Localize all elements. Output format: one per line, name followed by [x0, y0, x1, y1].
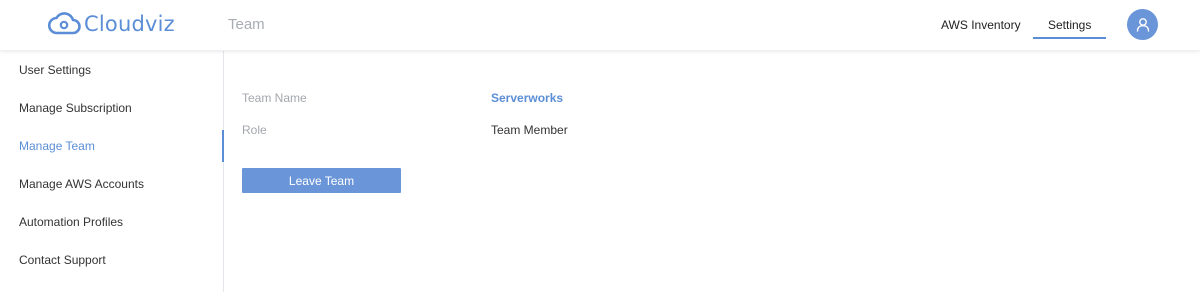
team-name-value[interactable]: Serverworks — [491, 91, 563, 105]
sidebar-item-manage-subscription[interactable]: Manage Subscription — [0, 92, 223, 124]
sidebar-item-automation-profiles[interactable]: Automation Profiles — [0, 206, 223, 238]
role-label: Role — [242, 123, 267, 137]
nav-settings[interactable]: Settings — [1048, 18, 1091, 32]
user-avatar-button[interactable] — [1127, 9, 1158, 40]
cloud-icon — [48, 12, 81, 35]
logo-text: Cloudviz — [84, 12, 175, 36]
nav-aws-inventory[interactable]: AWS Inventory — [941, 18, 1021, 32]
settings-sidebar: User Settings Manage Subscription Manage… — [0, 51, 224, 292]
cloudviz-logo[interactable]: Cloudviz — [48, 7, 175, 41]
sidebar-item-user-settings[interactable]: User Settings — [0, 54, 223, 86]
team-details-panel: Team Name Serverworks Role Team Member L… — [224, 51, 1200, 292]
user-icon — [1136, 18, 1149, 32]
sidebar-item-contact-support[interactable]: Contact Support — [0, 244, 223, 276]
sidebar-item-manage-aws-accounts[interactable]: Manage AWS Accounts — [0, 168, 223, 200]
top-navigation-bar: Cloudviz Team AWS Inventory Settings — [0, 0, 1200, 51]
leave-team-button[interactable]: Leave Team — [242, 168, 401, 193]
team-name-label: Team Name — [242, 91, 307, 105]
sidebar-item-manage-team[interactable]: Manage Team — [0, 130, 224, 162]
page-title: Team — [228, 16, 265, 33]
role-value: Team Member — [491, 123, 568, 137]
active-nav-underline — [1033, 37, 1106, 39]
